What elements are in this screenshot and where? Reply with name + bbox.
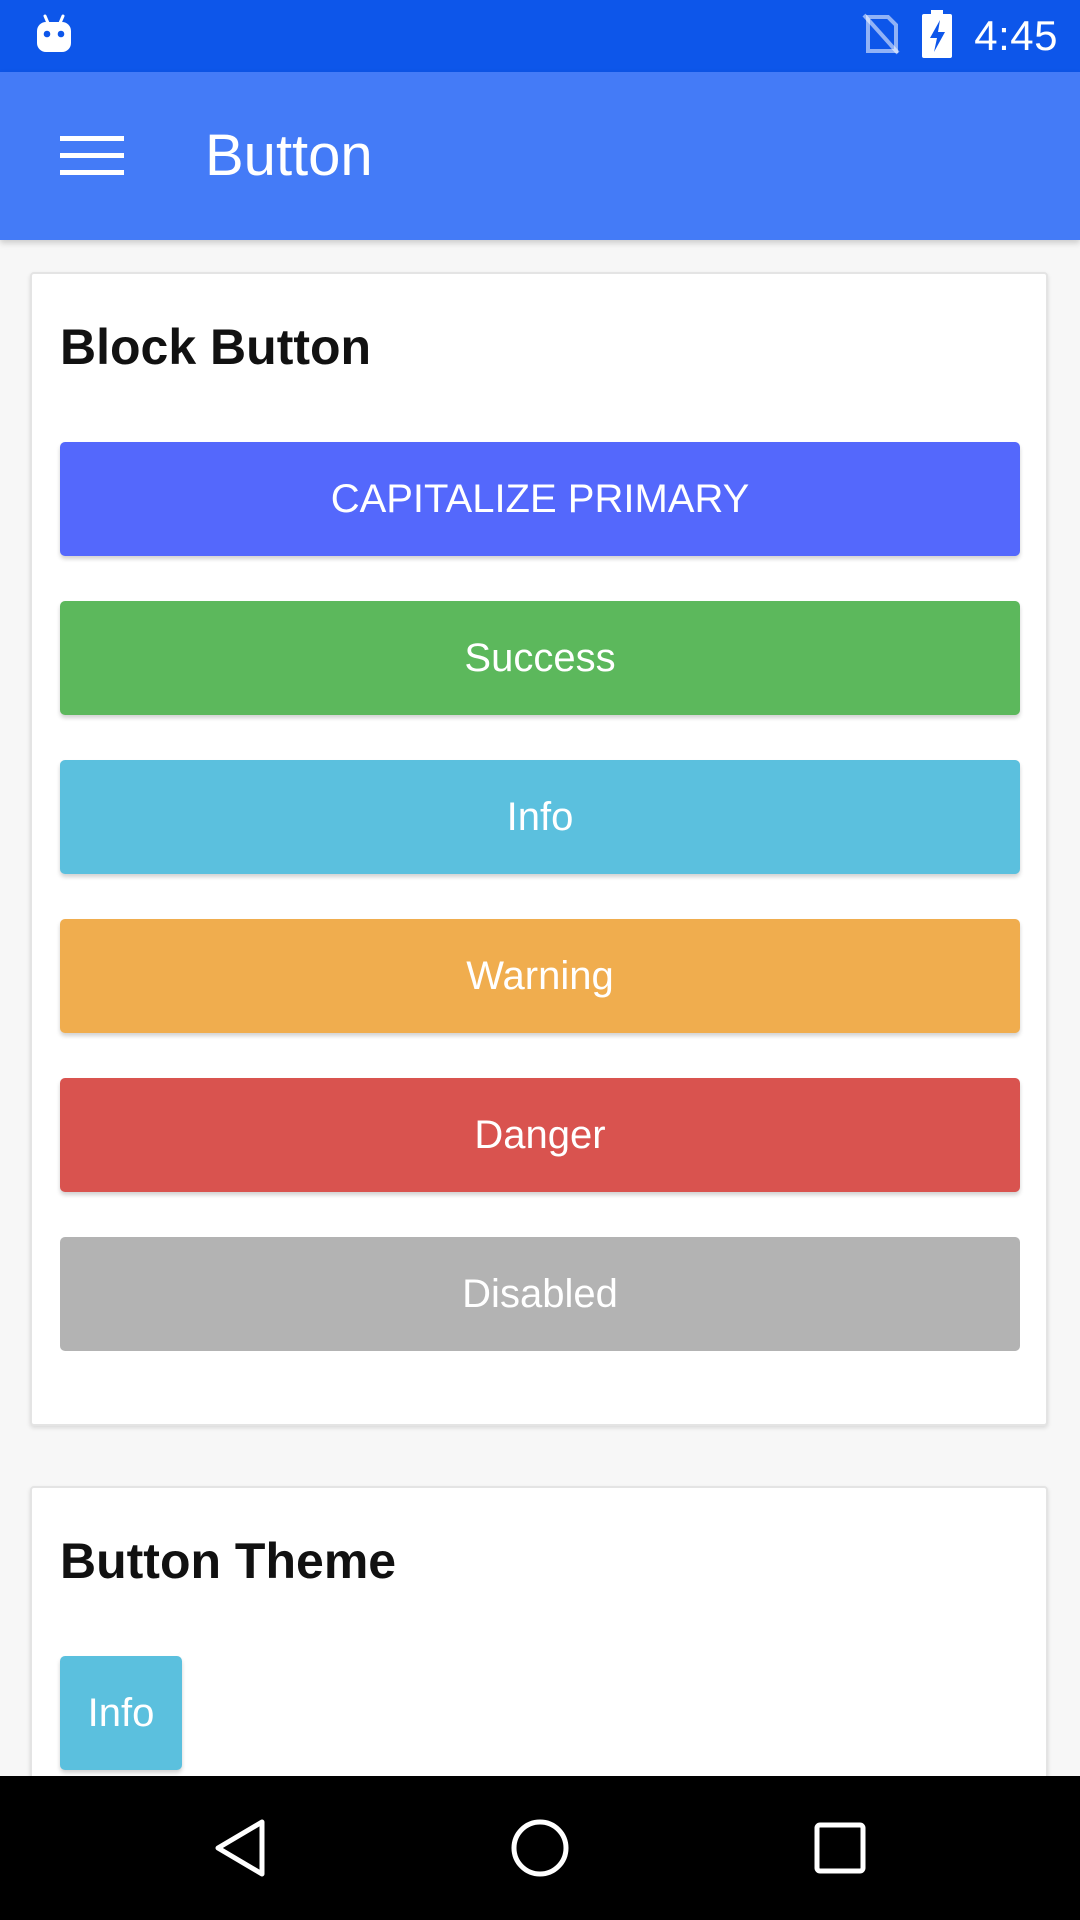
button-theme-card: Button Theme Info [30, 1486, 1048, 1776]
info-button[interactable]: Info [60, 760, 1020, 874]
status-icons: 4:45 [862, 0, 1058, 72]
status-bar: 4:45 [0, 0, 1080, 72]
android-debug-icon [36, 14, 72, 54]
page-title: Button [205, 123, 373, 188]
recents-icon[interactable] [800, 1812, 880, 1884]
primary-button[interactable]: CAPITALIZE PRIMARY [60, 442, 1020, 556]
success-button[interactable]: Success [60, 601, 1020, 715]
card-title: Block Button [60, 319, 372, 375]
navigation-bar [0, 1776, 1080, 1920]
hamburger-menu-icon[interactable] [44, 124, 140, 188]
app-bar: Button [0, 72, 1080, 240]
disabled-button: Disabled [60, 1237, 1020, 1351]
block-button-card: Block Button CAPITALIZE PRIMARY Success … [30, 272, 1048, 1426]
home-icon[interactable] [500, 1812, 580, 1884]
content-scroll[interactable]: Block Button CAPITALIZE PRIMARY Success … [0, 240, 1080, 1776]
status-time: 4:45 [974, 12, 1058, 59]
danger-button[interactable]: Danger [60, 1078, 1020, 1192]
no-sim-icon [862, 13, 900, 60]
warning-button[interactable]: Warning [60, 919, 1020, 1033]
card-title: Button Theme [60, 1533, 397, 1589]
back-icon[interactable] [200, 1812, 280, 1884]
battery-charging-icon [922, 9, 953, 63]
theme-info-button[interactable]: Info [60, 1656, 182, 1770]
